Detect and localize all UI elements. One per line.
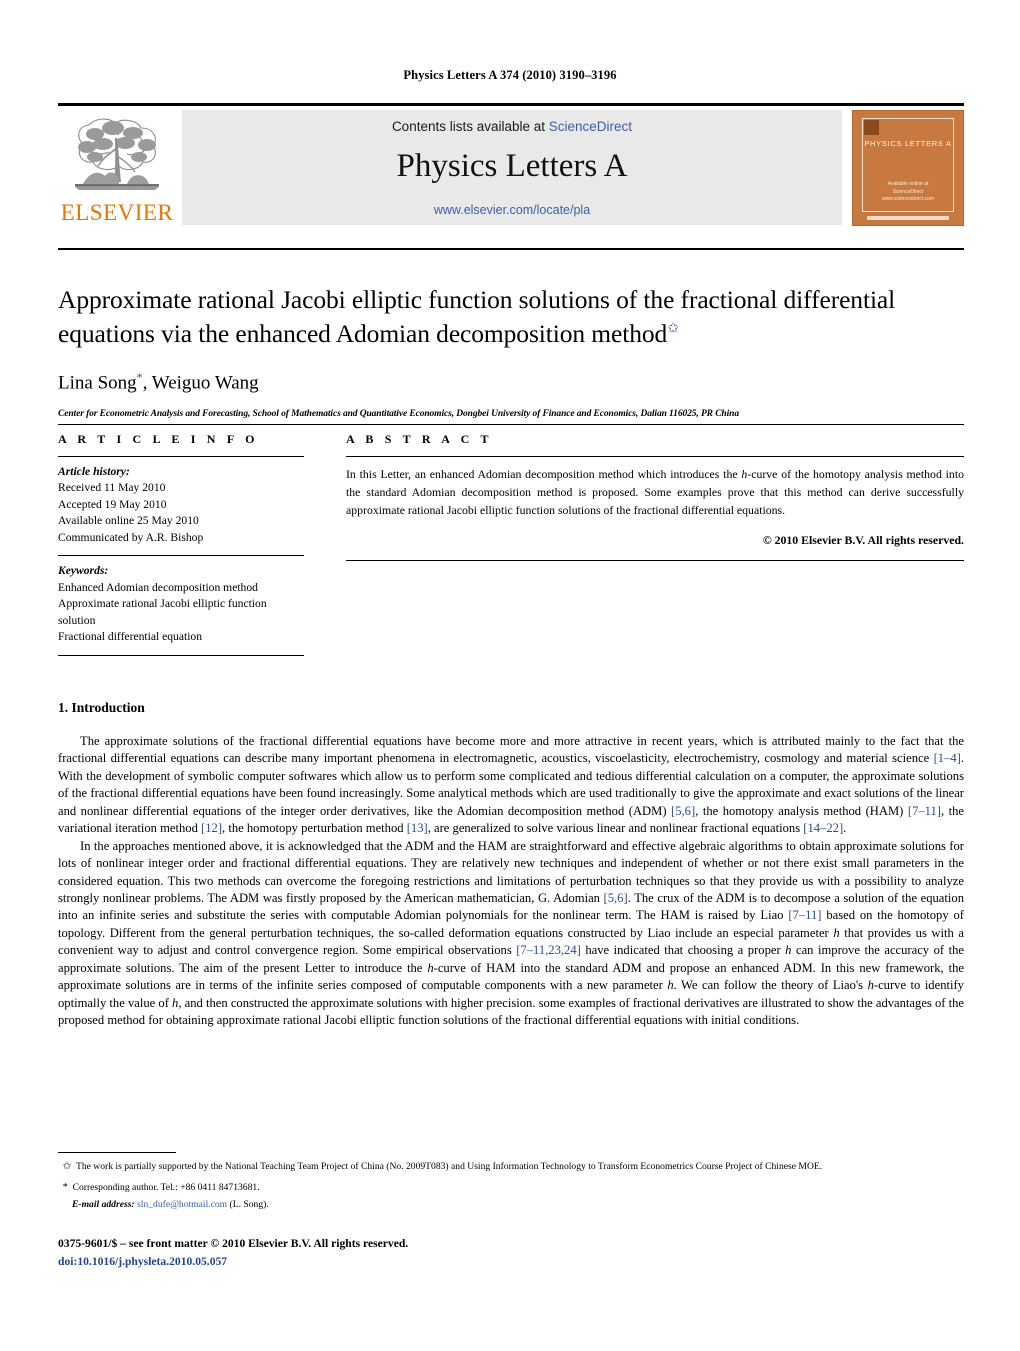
p1-text-a: The approximate solutions of the fractio… xyxy=(58,734,964,766)
footnote-star-icon: ✩ xyxy=(62,1161,72,1172)
article-history-label: Article history: xyxy=(58,465,130,478)
info-abstract-region: A R T I C L E I N F O Article history: R… xyxy=(58,432,964,656)
footnote-email: E-mail address: sln_dufe@hotmail.com (L.… xyxy=(58,1198,964,1213)
title-footnote-star-icon[interactable]: ✩ xyxy=(667,321,679,336)
journal-cover-thumbnail: PHYSICS LETTERS A Available online at Sc… xyxy=(848,110,964,226)
footnote-block: ✩ The work is partially supported by the… xyxy=(58,1159,964,1213)
citation-ref[interactable]: [12] xyxy=(201,821,222,835)
email-owner: (L. Song). xyxy=(227,1199,269,1211)
history-item: Accepted 19 May 2010 xyxy=(58,497,167,511)
affiliation: Center for Econometric Analysis and Fore… xyxy=(58,408,739,419)
footnote-funding-text: The work is partially supported by the N… xyxy=(75,1161,823,1172)
p2-text-e: have indicated that choosing a proper xyxy=(580,943,786,958)
title-block: Approximate rational Jacobi elliptic fun… xyxy=(58,283,964,419)
journal-homepage-link[interactable]: www.elsevier.com/locate/pla xyxy=(434,203,590,217)
masthead-bottom-rule xyxy=(58,248,964,250)
history-item: Communicated by A.R. Bishop xyxy=(58,530,204,544)
p1-text-g: , are generalized to solve various linea… xyxy=(427,821,804,836)
contents-lists-prefix: Contents lists available at xyxy=(391,119,549,134)
keywords-group: Keywords: Enhanced Adomian decomposition… xyxy=(58,556,304,654)
contents-lists-line: Contents lists available at ScienceDirec… xyxy=(392,119,632,134)
imprint-block: 0375-9601/$ – see front matter © 2010 El… xyxy=(58,1235,964,1271)
article-info-column: A R T I C L E I N F O Article history: R… xyxy=(58,432,304,656)
title-bottom-rule xyxy=(58,424,964,425)
paragraph-1: The approximate solutions of the fractio… xyxy=(58,733,964,838)
footnote-asterisk-icon: * xyxy=(62,1181,68,1193)
keyword-item: Enhanced Adomian decomposition method xyxy=(58,580,258,594)
elsevier-logo: ELSEVIER xyxy=(58,110,176,226)
author-primary: Lina Song xyxy=(58,372,137,394)
paper-page: Physics Letters A 374 (2010) 3190–3196 E… xyxy=(0,0,1020,1351)
copyright-line: © 2010 Elsevier B.V. All rights reserved… xyxy=(762,532,964,547)
abstract-part-1: In this Letter, an enhanced Adomian deco… xyxy=(346,467,742,481)
section-heading-introduction: 1. Introduction xyxy=(58,700,145,715)
paper-title-text: Approximate rational Jacobi elliptic fun… xyxy=(58,285,896,348)
cover-publisher-badge-icon xyxy=(864,120,879,135)
citation-ref[interactable]: [14–22] xyxy=(803,821,843,835)
citation-ref[interactable]: [13] xyxy=(407,821,428,835)
paragraph-2: In the approaches mentioned above, it is… xyxy=(58,838,964,1030)
article-body: 1. Introduction The approximate solution… xyxy=(58,700,964,1029)
citation-ref[interactable]: [5,6] xyxy=(671,804,695,818)
journal-banner: Contents lists available at ScienceDirec… xyxy=(182,110,842,225)
cover-footer-line2: ScienceDirect xyxy=(892,188,924,195)
citation-ref[interactable]: [7–11] xyxy=(908,804,941,818)
p1-text-d: , the homotopy analysis method (HAM) xyxy=(695,803,908,818)
elsevier-wordmark: ELSEVIER xyxy=(60,200,174,225)
history-item: Available online 25 May 2010 xyxy=(58,514,199,528)
citation-ref[interactable]: [7–11] xyxy=(788,908,821,922)
p2-text-k: , and then constructed the approximate s… xyxy=(58,995,964,1027)
footnote-corresponding: * Corresponding author. Tel.: +86 0411 8… xyxy=(58,1180,964,1196)
page-title: Approximate rational Jacobi elliptic fun… xyxy=(58,283,964,350)
p2-text-i: . We can follow the theory of Liao's xyxy=(673,978,868,993)
citation-ref[interactable]: [1–4] xyxy=(934,751,961,765)
abstract-text: In this Letter, an enhanced Adomian deco… xyxy=(346,457,964,520)
issn-frontmatter-line: 0375-9601/$ – see front matter © 2010 El… xyxy=(58,1237,409,1250)
journal-title: Physics Letters A xyxy=(396,148,628,184)
cover-title: PHYSICS LETTERS A xyxy=(864,139,952,148)
journal-masthead: ELSEVIER Contents lists available at Sci… xyxy=(58,103,964,226)
footnote-rule xyxy=(58,1152,176,1153)
citation-ref[interactable]: [5,6] xyxy=(604,891,628,905)
p1-text-f: , the homotopy perturbation method xyxy=(222,821,407,836)
p1-text-h: . xyxy=(843,821,847,836)
abstract-column: A B S T R A C T In this Letter, an enhan… xyxy=(346,432,964,656)
footnote-corresponding-text: Corresponding author. Tel.: +86 0411 847… xyxy=(72,1181,260,1193)
article-info-heading: A R T I C L E I N F O xyxy=(58,432,259,446)
email-address-label: E-mail address: xyxy=(72,1199,135,1211)
citation-ref[interactable]: [7–11,23,24] xyxy=(516,943,581,957)
history-item: Received 11 May 2010 xyxy=(58,481,166,495)
keyword-item: Fractional differential equation xyxy=(58,630,203,644)
keywords-label: Keywords: xyxy=(58,564,109,578)
article-history-group: Article history: Received 11 May 2010 Ac… xyxy=(58,457,304,555)
author-list: Lina Song*, Weiguo Wang xyxy=(58,370,964,394)
author-secondary: , Weiguo Wang xyxy=(142,372,259,394)
email-link[interactable]: sln_dufe@hotmail.com xyxy=(137,1199,227,1210)
sciencedirect-link[interactable]: ScienceDirect xyxy=(549,119,632,134)
elsevier-tree-icon xyxy=(65,114,169,200)
cover-footer-line1: Available online at xyxy=(887,181,929,188)
running-head: Physics Letters A 374 (2010) 3190–3196 xyxy=(403,68,617,82)
abstract-heading: A B S T R A C T xyxy=(346,432,493,446)
footnote-funding: ✩ The work is partially supported by the… xyxy=(58,1159,964,1175)
cover-footer: Available online at ScienceDirect www.sc… xyxy=(853,181,963,203)
doi-link[interactable]: doi:10.1016/j.physleta.2010.05.057 xyxy=(58,1255,227,1268)
cover-footer-line3: www.sciencedirect.com xyxy=(882,195,934,202)
keyword-item: Approximate rational Jacobi elliptic fun… xyxy=(58,597,267,627)
